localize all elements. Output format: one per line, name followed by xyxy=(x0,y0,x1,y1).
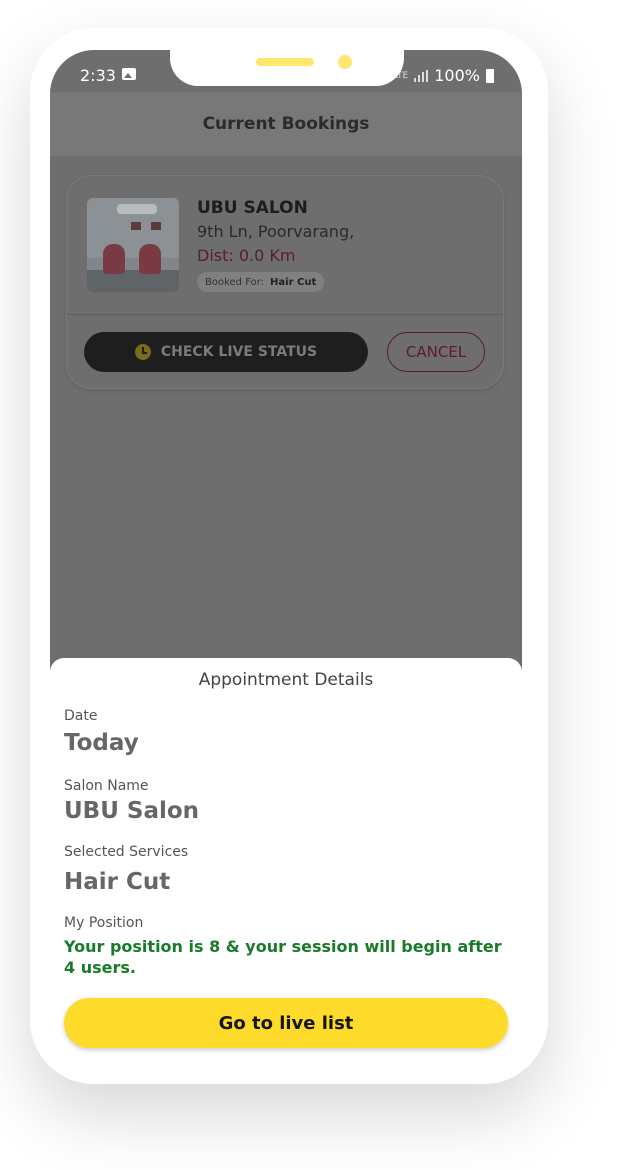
camera-notch xyxy=(170,50,404,86)
clock-icon xyxy=(134,344,151,360)
appointment-details-sheet: Appointment Details Date Today Salon Nam… xyxy=(50,658,522,1056)
signal-icon xyxy=(414,69,429,82)
camera-icon xyxy=(338,55,352,69)
app-header: Current Bookings xyxy=(50,92,522,156)
thumbnail-frame xyxy=(131,222,141,230)
salon-address: 9th Ln, Poorvarang, xyxy=(197,222,355,241)
battery-percent: 100% xyxy=(434,66,480,85)
booked-for-label: Booked For: xyxy=(205,276,265,288)
booked-for-chip: Booked For: Hair Cut xyxy=(197,272,325,292)
salon-name-label: Salon Name xyxy=(64,778,149,794)
status-right: LTE 100% xyxy=(393,66,494,85)
sheet-title: Appointment Details xyxy=(198,670,374,690)
thumbnail-light xyxy=(117,204,157,214)
selected-services-label: Selected Services xyxy=(64,844,189,860)
phone-frame: 2:33 LTE 100% Current Bookings UBU SALON… xyxy=(30,28,548,1084)
status-time: 2:33 xyxy=(80,66,116,85)
check-live-status-label: CHECK LIVE STATUS xyxy=(160,344,318,360)
thumbnail-chair xyxy=(139,244,161,274)
page-title: Current Bookings xyxy=(202,114,370,134)
image-notification-icon xyxy=(122,68,136,80)
thumbnail-chair xyxy=(103,244,125,274)
selected-services-value: Hair Cut xyxy=(64,869,171,895)
cancel-button[interactable]: CANCEL xyxy=(387,332,485,372)
thumbnail-frame xyxy=(151,222,161,230)
go-to-live-list-button[interactable]: Go to live list xyxy=(64,998,508,1048)
salon-distance: Dist: 0.0 Km xyxy=(197,246,296,265)
date-value: Today xyxy=(64,730,139,756)
thumbnail-floor xyxy=(87,270,179,292)
salon-name: UBU SALON xyxy=(197,198,308,218)
salon-name-value: UBU Salon xyxy=(64,798,200,824)
card-divider xyxy=(67,314,503,315)
battery-icon xyxy=(486,68,494,83)
phone-screen: 2:33 LTE 100% Current Bookings UBU SALON… xyxy=(50,50,522,1056)
speaker-icon xyxy=(256,58,314,66)
check-live-status-button[interactable]: CHECK LIVE STATUS xyxy=(84,332,368,372)
salon-thumbnail xyxy=(87,198,179,292)
booked-for-value: Hair Cut xyxy=(270,276,317,288)
date-label: Date xyxy=(64,708,98,724)
booking-card[interactable]: UBU SALON 9th Ln, Poorvarang, Dist: 0.0 … xyxy=(67,176,503,388)
position-message: Your position is 8 & your session will b… xyxy=(64,937,502,977)
my-position-label: My Position xyxy=(64,915,144,931)
